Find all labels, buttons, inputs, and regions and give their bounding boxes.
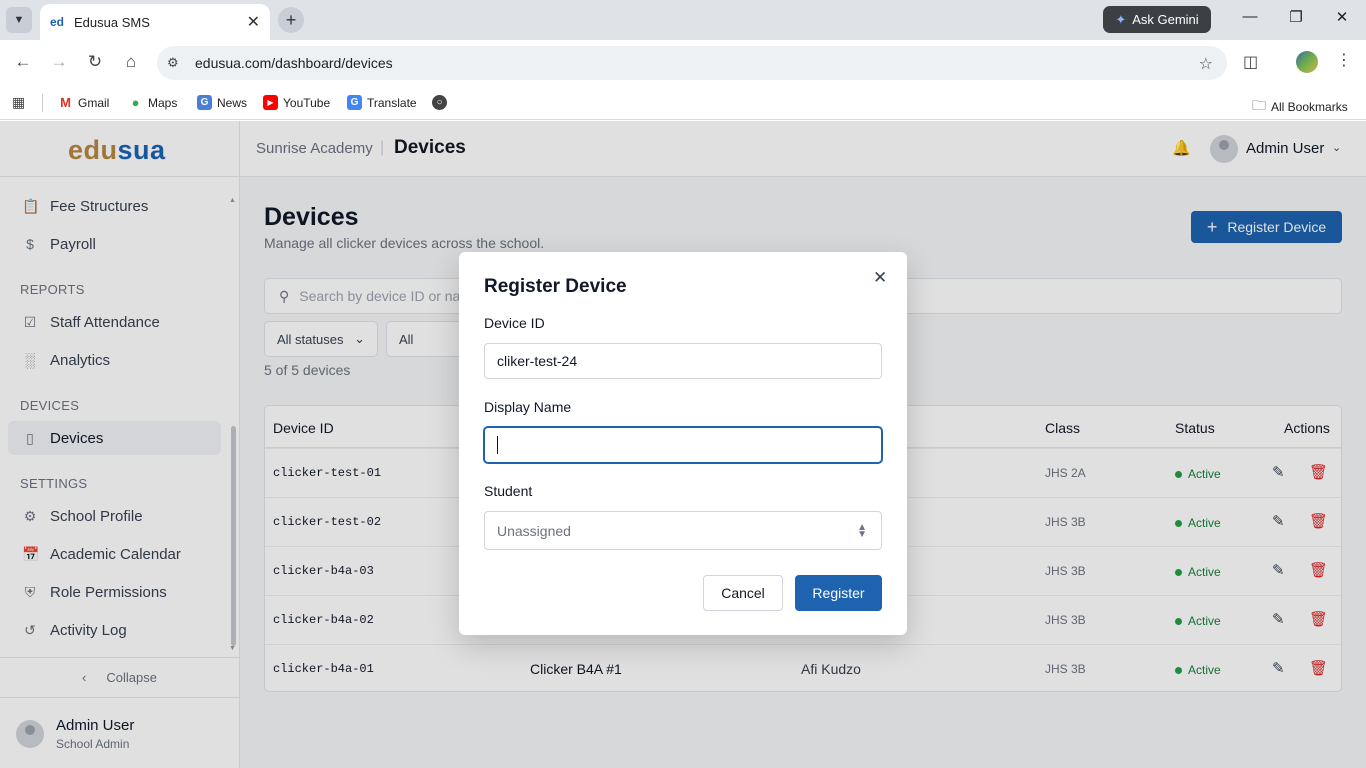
browser-tab[interactable]: ed Edusua SMS ✕ [40, 4, 270, 40]
device-id-label: Device ID [484, 315, 545, 331]
bookmark-gmail[interactable]: M Gmail [58, 95, 109, 110]
maps-pin-icon: ● [128, 95, 143, 110]
all-bookmarks[interactable]: 🗀 All Bookmarks [1252, 95, 1348, 119]
back-arrow-icon[interactable]: ← [12, 52, 34, 72]
apps-grid-icon[interactable]: ▦ [12, 94, 25, 111]
tab-search-button[interactable]: ▼ [6, 7, 32, 33]
display-name-label: Display Name [484, 399, 572, 415]
window-close-icon[interactable]: ✕ [1330, 8, 1354, 26]
cancel-button[interactable]: Cancel [703, 575, 783, 611]
site-info-icon[interactable]: ⚙ [167, 55, 189, 71]
bookmark-maps[interactable]: ● Maps [128, 95, 177, 110]
url-text: edusua.com/dashboard/devices [195, 55, 393, 71]
address-bar[interactable]: ⚙ edusua.com/dashboard/devices ☆ [157, 46, 1227, 80]
display-name-input[interactable] [484, 427, 882, 463]
new-tab-button[interactable]: + [278, 7, 304, 33]
register-device-dialog: Register Device ✕ Device ID Display Name… [459, 252, 907, 635]
gemini-icon: ✦ [1115, 11, 1127, 27]
profile-avatar-icon[interactable] [1296, 51, 1318, 73]
folder-icon: 🗀 [1252, 97, 1266, 113]
ask-gemini-button[interactable]: ✦ Ask Gemini [1103, 6, 1211, 33]
bookmarks-bar: ▦ M Gmail ● Maps G News ▶ YouTube G Tran… [0, 86, 1366, 120]
dialog-title: Register Device [484, 276, 627, 297]
bookmark-label: Translate [367, 95, 417, 110]
all-bookmarks-label: All Bookmarks [1271, 100, 1348, 114]
home-icon[interactable]: ⌂ [120, 52, 142, 72]
bookmark-label: YouTube [283, 95, 331, 110]
bookmark-label: News [217, 95, 248, 110]
tab-close-icon[interactable]: ✕ [247, 12, 260, 32]
news-icon: G [197, 95, 212, 110]
bookmark-youtube[interactable]: ▶ YouTube [263, 95, 330, 110]
device-id-input[interactable] [484, 343, 882, 379]
bookmark-label: Maps [148, 95, 178, 110]
browser-tab-bar: ▼ ed Edusua SMS ✕ + ✦ Ask Gemini — ❐ ✕ [0, 0, 1366, 40]
bookmark-star-icon[interactable]: ☆ [1199, 54, 1213, 74]
forward-arrow-icon[interactable]: → [48, 52, 70, 72]
browser-toolbar: ← → ↻ ⌂ ⚙ edusua.com/dashboard/devices ☆… [0, 40, 1366, 86]
student-select[interactable]: Unassigned ▲ ▼ [484, 511, 882, 550]
select-arrows-icon: ▲ ▼ [857, 521, 867, 540]
youtube-icon: ▶ [263, 95, 278, 110]
minimize-icon[interactable]: — [1238, 8, 1262, 25]
close-icon[interactable]: ✕ [873, 268, 887, 288]
bookmark-translate[interactable]: G Translate [347, 95, 417, 110]
restore-icon[interactable]: ❐ [1284, 8, 1308, 26]
register-button[interactable]: Register [795, 575, 882, 611]
bookmark-globe[interactable]: ○ [432, 95, 447, 110]
bookmarks-divider [42, 94, 43, 112]
globe-icon: ○ [432, 95, 447, 110]
extensions-icon[interactable]: ◫ [1243, 52, 1258, 72]
tab-title: Edusua SMS [74, 14, 150, 30]
student-label: Student [484, 483, 533, 499]
translate-icon: G [347, 95, 362, 110]
gmail-icon: M [58, 95, 73, 110]
browser-menu-icon[interactable]: ⋮ [1336, 50, 1352, 70]
bookmark-news[interactable]: G News [197, 95, 247, 110]
reload-icon[interactable]: ↻ [84, 52, 106, 72]
ask-gemini-label: Ask Gemini [1132, 12, 1199, 27]
text-caret [497, 436, 498, 454]
bookmark-label: Gmail [78, 95, 110, 110]
edusua-favicon-icon: ed [50, 15, 65, 29]
student-select-value: Unassigned [497, 522, 571, 539]
